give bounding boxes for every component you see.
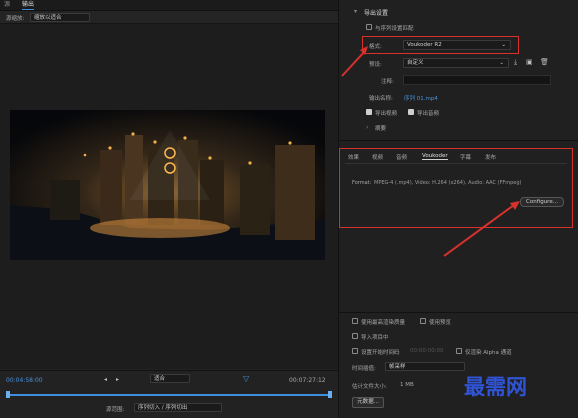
max-render-quality-label: 使用最高渲染质量 (361, 320, 406, 326)
export-video-label: 导出视频 (375, 111, 398, 117)
tab-output[interactable]: 输出 (22, 1, 35, 10)
settings-divider (339, 140, 578, 141)
source-scaling-dropdown[interactable]: 缩放以适合 (30, 13, 90, 22)
render-alpha-checkbox[interactable] (456, 348, 462, 354)
set-start-timecode-checkbox[interactable] (352, 348, 358, 354)
preset-value: 自定义 (407, 60, 424, 66)
comments-label: 注释: (381, 79, 394, 85)
source-scaling-label: 源缩放: (6, 16, 25, 22)
fit-value: 适合 (154, 376, 166, 382)
playhead-marker-icon[interactable]: ▽ (243, 374, 249, 383)
metadata-button[interactable]: 元数据... (352, 397, 384, 408)
save-preset-icon[interactable]: ⤓ (514, 58, 517, 67)
mark-in-icon[interactable]: ◂ (104, 376, 107, 383)
match-sequence-checkbox[interactable] (366, 24, 372, 30)
left-tab-bar: 源 输出 (0, 0, 338, 11)
configure-button[interactable]: Configure... (520, 197, 564, 207)
red-arrow-to-configure (443, 201, 520, 257)
delete-preset-icon[interactable]: 🗑 (540, 58, 549, 66)
site-watermark: 最需网 (464, 374, 527, 399)
collapse-chevron-icon[interactable]: ▾ (354, 8, 357, 15)
summary-label: 摘要 (375, 126, 387, 132)
mark-out-icon[interactable]: ▸ (116, 376, 119, 383)
range-end-handle[interactable] (328, 391, 332, 398)
chevron-down-icon: ⌄ (501, 42, 506, 48)
source-range-label: 源范围: (106, 407, 125, 413)
export-settings-title: 导出设置 (364, 10, 389, 17)
output-name-label: 输出名称: (369, 96, 393, 102)
import-into-project-label: 导入项目中 (361, 335, 389, 341)
render-alpha-label: 仅渲染 Alpha 通道 (465, 350, 512, 356)
preset-dropdown[interactable]: 自定义 ⌄ (403, 58, 509, 68)
set-start-timecode-label: 设置开始时间码 (361, 350, 400, 356)
expand-summary-icon[interactable]: › (366, 124, 368, 131)
source-scaling-value: 缩放以适合 (34, 15, 62, 21)
voukoder-format-value: MPEG-4 (.mp4), Video: H.264 (x264), Audi… (374, 180, 522, 186)
fit-dropdown[interactable]: 适合 (150, 374, 190, 383)
export-audio-label: 导出音频 (417, 111, 440, 117)
import-preset-icon[interactable]: ▣ (526, 58, 533, 66)
use-previews-checkbox[interactable] (420, 318, 426, 324)
red-arrow-to-format (341, 46, 368, 77)
output-name-link[interactable]: 序列 01.mp4 (404, 94, 438, 102)
tab-effects[interactable]: 效果 (348, 153, 359, 161)
tab-source[interactable]: 源 (4, 1, 10, 9)
timecode-start[interactable]: 00:04:58:00 (6, 377, 43, 384)
time-interpolation-value: 帧采样 (389, 364, 406, 370)
tab-audio[interactable]: 音频 (396, 153, 407, 161)
start-timecode-value[interactable]: 00:00:00:00 (410, 348, 444, 354)
voukoder-format-label: Format: (352, 180, 372, 186)
export-video-checkbox[interactable] (366, 109, 372, 115)
city-night-image (10, 110, 325, 260)
estimated-file-size-label: 估计文件大小: (352, 384, 387, 390)
max-render-quality-checkbox[interactable] (352, 318, 358, 324)
format-dropdown[interactable]: Voukoder R2 ⌄ (403, 40, 511, 50)
source-scaling-bar: 源缩放: 缩放以适合 (0, 11, 338, 24)
chevron-down-icon: ⌄ (499, 60, 504, 66)
use-previews-label: 使用预览 (429, 320, 452, 326)
range-start-handle[interactable] (6, 391, 10, 398)
tab-publish[interactable]: 发布 (485, 153, 496, 161)
video-preview-frame (10, 110, 325, 260)
estimated-file-size-value: 1 MB (400, 382, 414, 388)
tab-voukoder[interactable]: Voukoder (422, 153, 448, 160)
match-sequence-label: 与序列设置匹配 (375, 26, 414, 32)
export-audio-checkbox[interactable] (408, 109, 414, 115)
time-interpolation-dropdown[interactable]: 帧采样 (385, 362, 465, 371)
timeline-range-bar[interactable] (8, 394, 330, 396)
options-divider (339, 312, 578, 313)
comments-input[interactable] (403, 75, 551, 85)
tab-video[interactable]: 视频 (372, 153, 383, 161)
import-into-project-checkbox[interactable] (352, 333, 358, 339)
tab-captions[interactable]: 字幕 (460, 153, 471, 161)
format-value: Voukoder R2 (407, 42, 442, 48)
settings-tab-bar: 效果 视频 音频 Voukoder 字幕 发布 (345, 153, 567, 164)
source-range-value: 序列切入 / 序列切出 (138, 405, 188, 411)
time-interpolation-label: 时间插值: (352, 366, 376, 372)
timecode-end: 00:07:27:12 (289, 377, 326, 384)
source-range-dropdown[interactable]: 序列切入 / 序列切出 (134, 403, 222, 412)
